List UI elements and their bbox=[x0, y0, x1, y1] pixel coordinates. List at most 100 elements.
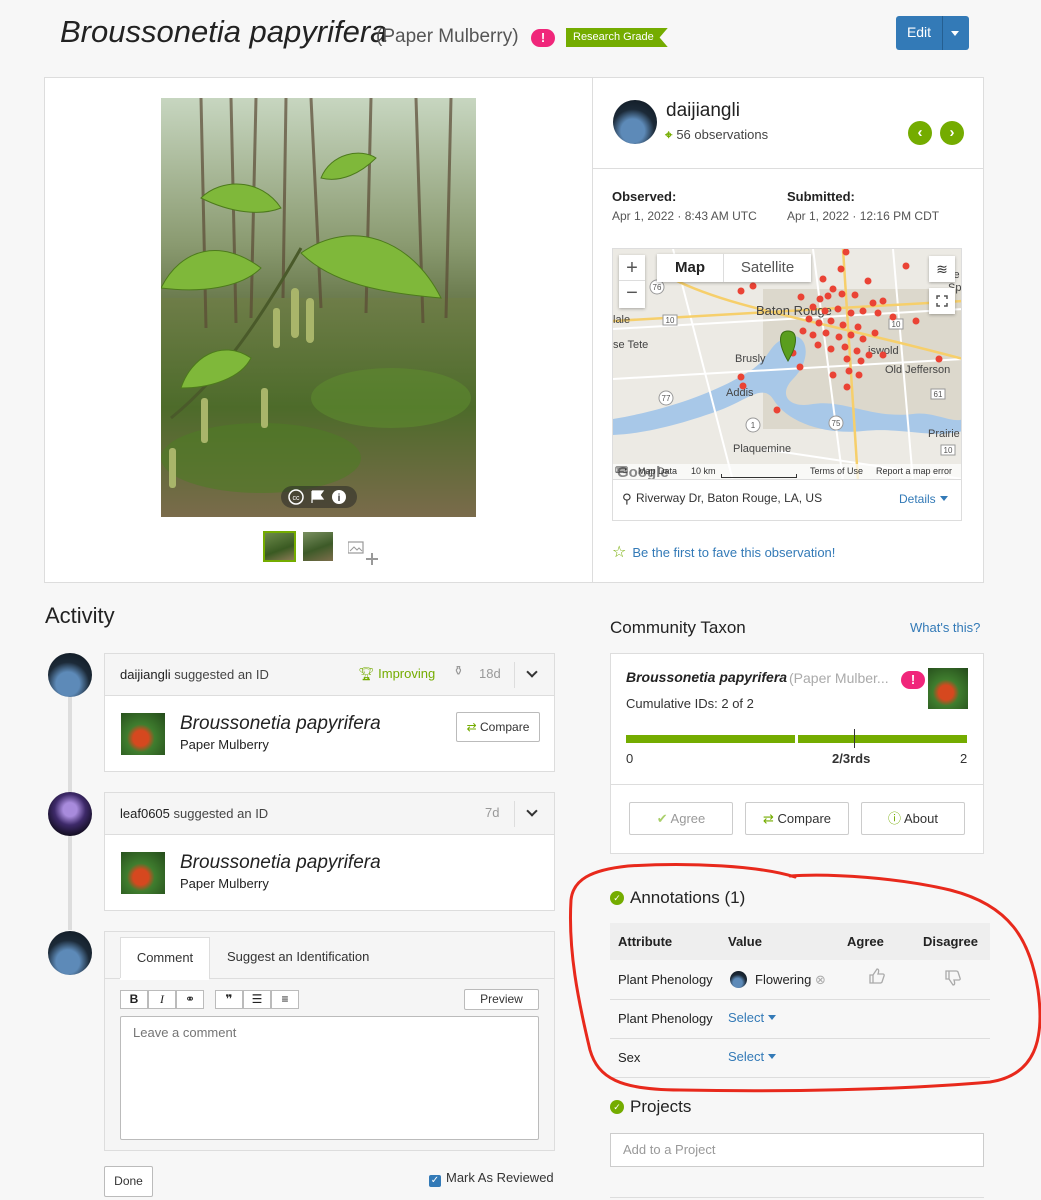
annotation-select-dropdown[interactable]: Select bbox=[728, 1049, 777, 1064]
identification-card: daijiangli suggested an ID 🏆︎ Improving … bbox=[104, 653, 555, 772]
edit-button-group[interactable]: Edit bbox=[896, 16, 969, 50]
taxon-photo-thumbnail[interactable] bbox=[121, 852, 165, 894]
done-button[interactable]: Done bbox=[104, 1166, 153, 1197]
zoom-in-button[interactable]: + bbox=[619, 255, 645, 281]
tab-comment[interactable]: Comment bbox=[120, 937, 210, 979]
annotation-user-avatar[interactable] bbox=[730, 971, 747, 988]
thumbs-down-icon[interactable] bbox=[944, 969, 962, 992]
map-data-text[interactable]: Map Data bbox=[638, 466, 677, 476]
compare-arrows-icon: ⇄ bbox=[763, 811, 774, 826]
map-type-satellite-tab[interactable]: Satellite bbox=[723, 254, 811, 282]
star-icon[interactable]: ☆ bbox=[612, 544, 626, 561]
edit-button[interactable]: Edit bbox=[896, 16, 942, 50]
edit-dropdown-caret-icon[interactable] bbox=[951, 31, 959, 36]
identification-age: 7d bbox=[485, 805, 500, 820]
map-terms-link[interactable]: Terms of Use bbox=[810, 466, 863, 476]
zoom-out-button[interactable]: − bbox=[619, 281, 645, 307]
about-label[interactable]: About bbox=[904, 811, 938, 826]
agree-button[interactable]: ✔ Agree bbox=[629, 802, 733, 835]
checkbox-checked-icon[interactable]: ✓ bbox=[429, 1175, 441, 1187]
map-report-error-link[interactable]: Report a map error bbox=[876, 466, 952, 476]
taxon-scientific-name[interactable]: Broussonetia papyrifera bbox=[180, 852, 381, 874]
next-observation-button[interactable]: › bbox=[940, 121, 964, 145]
activity-title: Activity bbox=[45, 603, 115, 628]
taxon-scientific-name[interactable]: Broussonetia papyrifera bbox=[180, 713, 381, 735]
mark-as-reviewed-checkbox[interactable]: ✓ Mark As Reviewed bbox=[429, 1170, 554, 1187]
compare-button[interactable]: ⇄ Compare bbox=[745, 802, 849, 835]
taxon-photo-thumbnail[interactable] bbox=[121, 713, 165, 755]
taxon-common-name[interactable]: Paper Mulberry bbox=[180, 876, 269, 891]
activity-avatar-leaf0605[interactable] bbox=[48, 792, 92, 836]
map-footer: ⌨ Map Data 10 km Terms of Use Report a m… bbox=[613, 464, 961, 479]
improving-label: Improving bbox=[378, 666, 436, 681]
annotation-select-dropdown[interactable]: Select bbox=[728, 1010, 777, 1025]
identification-age: 18d bbox=[479, 666, 501, 681]
community-taxon-name[interactable]: Broussonetia papyrifera bbox=[626, 669, 787, 685]
bullet-list-button[interactable]: ☰ bbox=[243, 990, 271, 1009]
chevron-down-icon[interactable] bbox=[526, 666, 538, 678]
keyboard-icon[interactable]: ⌨ bbox=[615, 465, 628, 476]
identification-card: leaf0605 suggested an ID 7d Broussonetia… bbox=[104, 792, 555, 911]
col-disagree: Disagree bbox=[923, 934, 978, 949]
cumulative-ids: Cumulative IDs: 2 of 2 bbox=[626, 696, 754, 711]
map-canvas: Baton Rouge Brusly Addis Plaquemine Old … bbox=[613, 249, 961, 479]
italic-button[interactable]: I bbox=[148, 990, 176, 1009]
warning-icon[interactable]: ! bbox=[901, 671, 925, 689]
quote-button[interactable]: ❞ bbox=[215, 990, 243, 1009]
header-divider bbox=[514, 662, 515, 688]
preview-button[interactable]: Preview bbox=[464, 989, 539, 1010]
numbered-list-button[interactable]: ≡ bbox=[271, 990, 299, 1009]
mark-as-reviewed-label[interactable]: Mark As Reviewed bbox=[446, 1170, 554, 1185]
observation-count-text[interactable]: 56 observations bbox=[676, 127, 768, 142]
details-dropdown[interactable]: Details bbox=[899, 491, 948, 506]
flag-icon[interactable] bbox=[311, 490, 325, 503]
select-label[interactable]: Select bbox=[728, 1049, 764, 1064]
thumbs-up-icon[interactable] bbox=[868, 967, 886, 990]
activity-avatar-daijiangli[interactable] bbox=[48, 653, 92, 697]
bold-button[interactable]: B bbox=[120, 990, 148, 1009]
community-taxon-thumbnail[interactable] bbox=[928, 668, 968, 709]
observation-map[interactable]: Baton Rouge Brusly Addis Plaquemine Old … bbox=[612, 248, 962, 480]
previous-observation-button[interactable]: ‹ bbox=[908, 121, 932, 145]
identification-user-link[interactable]: daijiangli bbox=[120, 667, 171, 682]
observation-photo[interactable] bbox=[161, 98, 476, 517]
panel-divider bbox=[592, 77, 593, 583]
warning-icon[interactable]: ! bbox=[531, 29, 555, 47]
annotation-value: Flowering bbox=[755, 972, 812, 987]
add-photo-icon[interactable] bbox=[347, 540, 380, 573]
location-bar: ⚲ Riverway Dr, Baton Rouge, LA, US Detai… bbox=[612, 480, 962, 521]
chevron-down-icon[interactable] bbox=[526, 805, 538, 817]
about-button[interactable]: ⓘ About bbox=[861, 802, 965, 835]
details-label[interactable]: Details bbox=[899, 492, 936, 506]
community-taxon-common[interactable]: (Paper Mulber... bbox=[789, 670, 889, 686]
observer-username[interactable]: daijiangli bbox=[666, 100, 740, 122]
photo-thumbnail-1[interactable] bbox=[263, 531, 296, 562]
identification-user-link[interactable]: leaf0605 bbox=[120, 806, 170, 821]
photo-thumbnail-2[interactable] bbox=[303, 532, 333, 561]
whats-this-link[interactable]: What's this? bbox=[910, 620, 980, 635]
agree-label[interactable]: Agree bbox=[671, 811, 706, 826]
map-fullscreen-icon[interactable] bbox=[929, 288, 955, 314]
compare-label[interactable]: Compare bbox=[480, 720, 529, 734]
remove-annotation-icon[interactable]: ⊗ bbox=[815, 972, 826, 988]
observer-observation-count[interactable]: ⌖ 56 observations bbox=[665, 127, 768, 143]
svg-text:cc: cc bbox=[293, 495, 301, 502]
add-to-project-input[interactable]: Add to a Project bbox=[610, 1133, 984, 1167]
projects-title: Projects bbox=[630, 1097, 692, 1116]
fave-text[interactable]: Be the first to fave this observation! bbox=[632, 545, 835, 560]
observer-avatar[interactable] bbox=[613, 100, 657, 144]
map-layers-icon[interactable]: ≋ bbox=[929, 256, 955, 282]
map-type-map-tab[interactable]: Map bbox=[657, 254, 723, 282]
compare-label[interactable]: Compare bbox=[778, 811, 831, 826]
trophy-icon: 🏆︎ bbox=[358, 666, 375, 681]
comment-textarea[interactable] bbox=[120, 1016, 539, 1140]
select-label[interactable]: Select bbox=[728, 1010, 764, 1025]
community-taxon-divider bbox=[611, 784, 983, 785]
map-zoom-controls: + − bbox=[619, 255, 645, 308]
tab-suggest-identification[interactable]: Suggest an Identification bbox=[227, 949, 369, 964]
compare-button[interactable]: ⇄ Compare bbox=[456, 712, 540, 742]
link-button[interactable]: ⚭ bbox=[176, 990, 204, 1009]
fave-observation-link[interactable]: ☆ Be the first to fave this observation! bbox=[612, 542, 835, 562]
chevron-down-icon bbox=[768, 1054, 777, 1059]
taxon-common-name[interactable]: Paper Mulberry bbox=[180, 737, 269, 752]
